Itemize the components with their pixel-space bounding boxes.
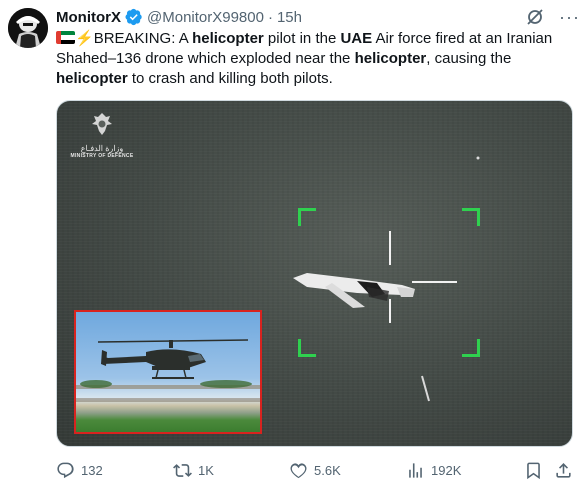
- like-button[interactable]: 5.6K: [289, 461, 341, 480]
- streak: [421, 375, 430, 402]
- heart-icon: [290, 462, 307, 478]
- tweet-media[interactable]: وزارة الدفـاع MINISTRY OF DEFENCE: [56, 100, 573, 447]
- reply-count: 132: [81, 462, 103, 478]
- apache-helicopter: [97, 339, 249, 379]
- views-button[interactable]: 192K: [406, 461, 461, 480]
- verified-badge-icon: [125, 8, 142, 26]
- tweet-text: ⚡BREAKING: A helicopter pilot in the UAE…: [56, 29, 566, 89]
- tweet-text-bold: UAE: [340, 30, 373, 47]
- tweet-text-segment: BREAKING: A: [93, 30, 193, 47]
- crosshair: [342, 231, 457, 323]
- share-icon: [556, 462, 571, 478]
- tweet-text-segment: pilot in the: [263, 30, 341, 47]
- like-count: 5.6K: [314, 462, 341, 478]
- tweet-header: MonitorX @MonitorX99800 · 15h ···: [56, 7, 580, 27]
- grok-icon[interactable]: [525, 7, 545, 27]
- retweet-button[interactable]: 1K: [173, 461, 214, 480]
- author-name[interactable]: MonitorX: [56, 9, 121, 26]
- drone-silhouette: [293, 273, 415, 308]
- retweet-icon: [173, 463, 192, 477]
- helicopter-inset-photo: [74, 310, 262, 434]
- separator-dot: ·: [267, 8, 273, 26]
- retweet-count: 1K: [198, 462, 214, 478]
- more-icon[interactable]: ···: [559, 8, 580, 26]
- tweet-text-segment: , causing the: [426, 50, 512, 67]
- views-icon: [409, 462, 422, 478]
- avatar[interactable]: [8, 8, 48, 48]
- tweet-text-segment: to crash and killing both pilots.: [127, 70, 333, 87]
- share-button[interactable]: [554, 461, 573, 480]
- tweet-text-bold: helicopter: [192, 30, 264, 47]
- bookmark-icon: [527, 462, 540, 479]
- reply-button[interactable]: 132: [56, 461, 103, 480]
- tweet-actions: 132 1K 5.6K 192K: [56, 458, 573, 482]
- tweet-text-bold: helicopter: [354, 50, 427, 67]
- uae-flag-icon: [56, 31, 75, 44]
- bookmark-button[interactable]: [524, 461, 543, 480]
- reply-icon: [57, 462, 74, 478]
- lightning-icon: ⚡: [75, 30, 94, 47]
- views-count: 192K: [431, 462, 462, 478]
- timestamp[interactable]: 15h: [277, 9, 302, 26]
- tweet-text-bold: helicopter: [56, 70, 128, 87]
- author-handle[interactable]: @MonitorX99800: [147, 9, 264, 26]
- helicopter-illustration: [76, 339, 260, 402]
